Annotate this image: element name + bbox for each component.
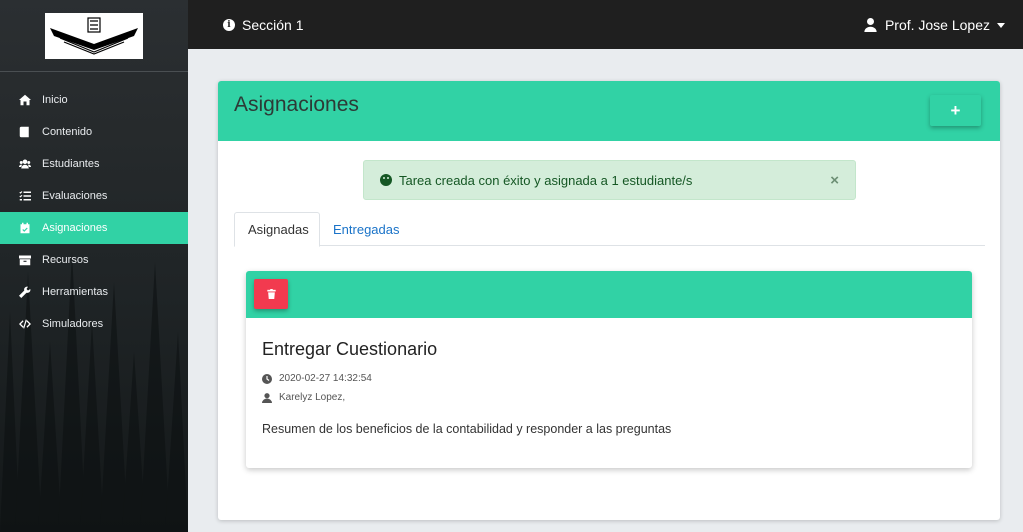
section-label: Sección 1 xyxy=(242,17,304,33)
user-icon xyxy=(262,392,272,403)
tab-asignadas[interactable]: Asignadas xyxy=(234,212,320,247)
sidebar-item-estudiantes[interactable]: Estudiantes xyxy=(0,148,188,180)
clock-icon xyxy=(262,373,272,384)
card-header: Asignaciones + xyxy=(218,81,1000,141)
assignment-date: 2020-02-27 14:32:54 xyxy=(262,373,372,384)
sidebar-item-label: Contenido xyxy=(42,126,93,138)
sidebar-nav: Inicio Contenido Estudiantes Evaluacione… xyxy=(0,84,188,340)
add-assignment-button[interactable]: + xyxy=(930,95,981,126)
success-alert: Tarea creada con éxito y asignada a 1 es… xyxy=(363,160,856,200)
assignment-card: Entregar Cuestionario 2020-02-27 14:32:5… xyxy=(246,271,972,468)
sidebar-item-label: Recursos xyxy=(42,254,89,266)
assignments-card: Asignaciones + Tarea creada con éxito y … xyxy=(218,81,1000,520)
smile-icon xyxy=(380,174,392,186)
assignment-date-value: 2020-02-27 14:32:54 xyxy=(279,373,372,384)
page-title: Asignaciones xyxy=(234,93,359,116)
user-name: Prof. Jose Lopez xyxy=(884,17,990,33)
sidebar-item-label: Inicio xyxy=(42,94,68,106)
sidebar-divider xyxy=(0,71,188,72)
wrench-icon xyxy=(18,285,32,299)
sidebar-item-label: Herramientas xyxy=(42,286,109,298)
assignment-title: Entregar Cuestionario xyxy=(262,339,438,359)
assignment-students-value: Karelyz Lopez, xyxy=(279,392,346,403)
assignment-description: Resumen de los beneficios de la contabil… xyxy=(262,422,672,436)
user-menu[interactable]: Prof. Jose Lopez xyxy=(864,17,1005,33)
code-icon xyxy=(18,317,32,331)
book-icon xyxy=(18,125,32,139)
sidebar-item-contenido[interactable]: Contenido xyxy=(0,116,188,148)
sidebar-item-asignaciones[interactable]: Asignaciones xyxy=(0,212,188,244)
close-icon[interactable]: × xyxy=(830,172,839,189)
calendar-check-icon xyxy=(18,221,32,235)
logo[interactable] xyxy=(45,13,143,59)
sidebar-item-recursos[interactable]: Recursos xyxy=(0,244,188,276)
logo-emblem-icon xyxy=(50,17,138,55)
sidebar-item-simuladores[interactable]: Simuladores xyxy=(0,308,188,340)
sidebar-item-label: Simuladores xyxy=(42,318,104,330)
info-icon: i xyxy=(223,19,235,31)
tabs: Asignadas Entregadas xyxy=(234,212,985,247)
sidebar: Inicio Contenido Estudiantes Evaluacione… xyxy=(0,0,188,532)
sidebar-item-label: Asignaciones xyxy=(42,222,108,234)
tab-entregadas[interactable]: Entregadas xyxy=(320,212,413,246)
assignment-students: Karelyz Lopez, xyxy=(262,392,345,403)
list-check-icon xyxy=(18,189,32,203)
home-icon xyxy=(18,93,32,107)
sidebar-item-herramientas[interactable]: Herramientas xyxy=(0,276,188,308)
sidebar-item-evaluaciones[interactable]: Evaluaciones xyxy=(0,180,188,212)
sidebar-item-inicio[interactable]: Inicio xyxy=(0,84,188,116)
chevron-down-icon xyxy=(997,22,1005,28)
archive-icon xyxy=(18,253,32,267)
delete-button[interactable] xyxy=(254,279,288,309)
section-indicator: i Sección 1 xyxy=(223,17,303,33)
sidebar-item-label: Estudiantes xyxy=(42,158,100,170)
user-icon xyxy=(864,18,877,32)
topbar: i Sección 1 Prof. Jose Lopez xyxy=(188,0,1023,49)
users-icon xyxy=(18,157,32,171)
assignment-card-header xyxy=(246,271,972,318)
alert-message: Tarea creada con éxito y asignada a 1 es… xyxy=(399,172,693,188)
trash-icon xyxy=(266,289,276,299)
sidebar-item-label: Evaluaciones xyxy=(42,190,108,202)
